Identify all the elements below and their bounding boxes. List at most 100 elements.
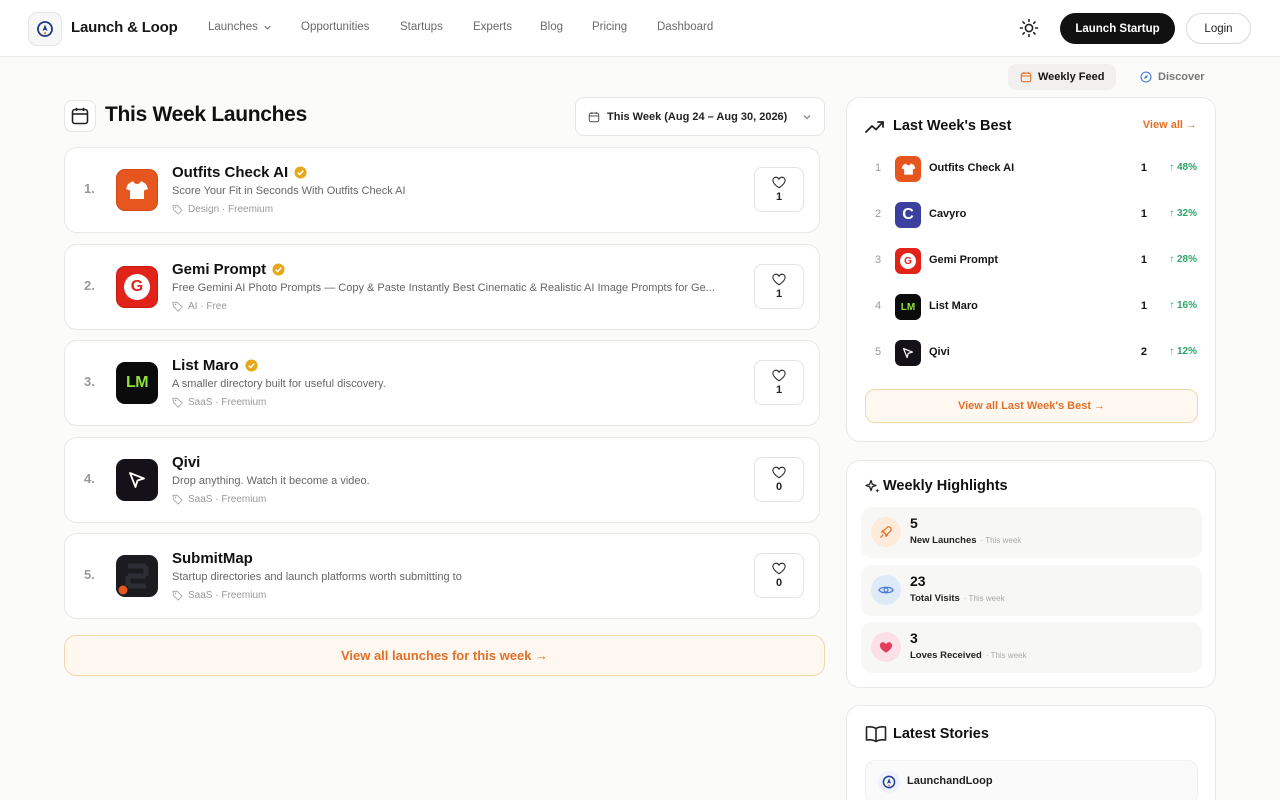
love-count: 1 [775, 384, 783, 396]
best-rank: 2 [875, 208, 882, 220]
nav-blog[interactable]: Blog [540, 21, 563, 33]
highlight-value: 5 [910, 515, 918, 531]
launch-rank: 1. [84, 181, 95, 196]
gemi-prompt-logo-letter: G [904, 255, 912, 267]
best-list-item[interactable]: 5 Qivi 2 ↑ 12% [867, 340, 1197, 366]
nav-opportunities[interactable]: Opportunities [301, 21, 369, 33]
eye-icon [871, 575, 901, 605]
launch-name[interactable]: List Maro [172, 357, 239, 374]
tab-weekly-feed[interactable]: Weekly Feed [1008, 64, 1117, 90]
highlight-sub: · This week [980, 536, 1022, 545]
launch-rank: 4. [84, 471, 95, 486]
nav-launches-label: Launches [208, 21, 258, 33]
nav-launches[interactable]: Launches [208, 21, 272, 33]
tag-icon [172, 494, 183, 505]
outfits-check-ai-logo [895, 156, 921, 182]
best-delta: ↑ 12% [1169, 346, 1197, 357]
verified-badge-icon [272, 263, 285, 276]
highlight-loves-received: 3 Loves Received · This week [861, 622, 1202, 673]
qivi-logo [116, 459, 158, 501]
best-count: 1 [1140, 162, 1147, 174]
tshirt-icon [901, 163, 915, 175]
best-list-item[interactable]: 1 Outfits Check AI 1 ↑ 48% [867, 156, 1197, 182]
week-range-value: This Week (Aug 24 – Aug 30, 2026) [607, 110, 788, 123]
love-count: 1 [775, 288, 783, 300]
gemi-prompt-logo-mark: G [900, 253, 916, 269]
launch-card-submitmap[interactable]: 5. SubmitMap Startup directories and lau… [64, 533, 820, 619]
panel-title: Latest Stories [893, 726, 989, 742]
launch-name[interactable]: Gemi Prompt [172, 261, 266, 278]
gemi-prompt-logo-mark: G [124, 274, 150, 300]
highlight-sub: · This week [985, 651, 1027, 660]
author-avatar [878, 771, 900, 793]
view-all-link[interactable]: View all → [1143, 119, 1197, 131]
nav-dashboard[interactable]: Dashboard [657, 21, 713, 33]
best-list-item[interactable]: 3 G Gemi Prompt 1 ↑ 28% [867, 248, 1197, 274]
launch-card-gemi-prompt[interactable]: 2. G Gemi Prompt Free Gemini AI Photo Pr… [64, 244, 820, 330]
launch-name[interactable]: SubmitMap [172, 550, 253, 567]
best-rank: 3 [875, 254, 882, 266]
compass-icon [1140, 71, 1152, 83]
outfits-check-ai-logo [116, 169, 158, 211]
launch-name-row: Outfits Check AI [172, 164, 307, 181]
heart-glyph [879, 641, 893, 653]
launch-name[interactable]: Qivi [172, 454, 200, 471]
highlight-label: Loves Received [910, 650, 982, 661]
love-button[interactable]: 0 [754, 553, 804, 598]
nav-experts[interactable]: Experts [473, 21, 512, 33]
story-item[interactable]: LaunchandLoop [865, 760, 1198, 800]
top-navbar: Launch & Loop Launches Opportunities Sta… [0, 0, 1280, 57]
launch-card-list-maro[interactable]: 3. LM List Maro A smaller directory buil… [64, 340, 820, 426]
love-button[interactable]: 1 [754, 167, 804, 212]
heart-outline-icon [772, 466, 786, 479]
submitmap-logo [116, 555, 158, 597]
brand-logo[interactable] [28, 12, 62, 46]
love-count: 0 [775, 481, 783, 493]
brand-name[interactable]: Launch & Loop [71, 19, 178, 36]
rocket-icon [871, 517, 901, 547]
launch-card-outfits-check-ai[interactable]: 1. Outfits Check AI Score Your Fit in Se… [64, 147, 820, 233]
heart-icon [871, 632, 901, 662]
best-rank: 1 [875, 162, 882, 174]
calendar-icon [71, 107, 89, 125]
launch-tags-text: Design · Freemium [188, 204, 274, 215]
sun-icon [1019, 18, 1039, 38]
view-all-last-week-best-button[interactable]: View all Last Week's Best → [865, 389, 1198, 423]
launch-name[interactable]: Outfits Check AI [172, 164, 288, 181]
story-author-name: LaunchandLoop [907, 775, 993, 787]
best-list-item[interactable]: 2 C Cavyro 1 ↑ 32% [867, 202, 1197, 228]
launch-startup-button[interactable]: Launch Startup [1060, 13, 1175, 44]
launch-card-qivi[interactable]: 4. Qivi Drop anything. Watch it become a… [64, 437, 820, 523]
tab-discover[interactable]: Discover [1128, 64, 1216, 90]
week-range-select[interactable]: This Week (Aug 24 – Aug 30, 2026) [575, 97, 825, 136]
love-button[interactable]: 1 [754, 264, 804, 309]
login-button[interactable]: Login [1186, 13, 1251, 44]
launch-description: Score Your Fit in Seconds With Outfits C… [172, 185, 406, 197]
love-button[interactable]: 1 [754, 360, 804, 405]
sparkles-icon [865, 479, 880, 493]
highlight-value: 3 [910, 630, 918, 646]
latest-stories-panel: Latest Stories LaunchandLoop [846, 705, 1216, 800]
highlight-value: 23 [910, 573, 926, 589]
launch-tags-text: SaaS · Freemium [188, 494, 267, 505]
rocket-loop-icon [37, 21, 53, 37]
best-name: Qivi [929, 346, 950, 358]
view-all-launches-button[interactable]: View all launches for this week → [64, 635, 825, 676]
rocket-glyph [880, 526, 892, 538]
launch-tags: SaaS · Freemium [172, 494, 266, 505]
love-button[interactable]: 0 [754, 457, 804, 502]
calendar-icon [588, 111, 600, 122]
cavyro-logo-letter: C [902, 206, 914, 223]
highlight-label-row: New Launches · This week [910, 535, 1021, 546]
launch-description: A smaller directory built for useful dis… [172, 378, 386, 390]
best-count: 2 [1140, 346, 1147, 358]
best-list-item[interactable]: 4 LM List Maro 1 ↑ 16% [867, 294, 1197, 320]
best-delta: ↑ 28% [1169, 254, 1197, 265]
cursor-arrow-icon [902, 347, 914, 359]
theme-toggle-button[interactable] [1017, 16, 1041, 40]
nav-pricing[interactable]: Pricing [592, 21, 627, 33]
highlight-sub: · This week [963, 594, 1005, 603]
nav-startups[interactable]: Startups [400, 21, 443, 33]
best-count: 1 [1140, 300, 1147, 312]
launch-name-row: Gemi Prompt [172, 261, 285, 278]
